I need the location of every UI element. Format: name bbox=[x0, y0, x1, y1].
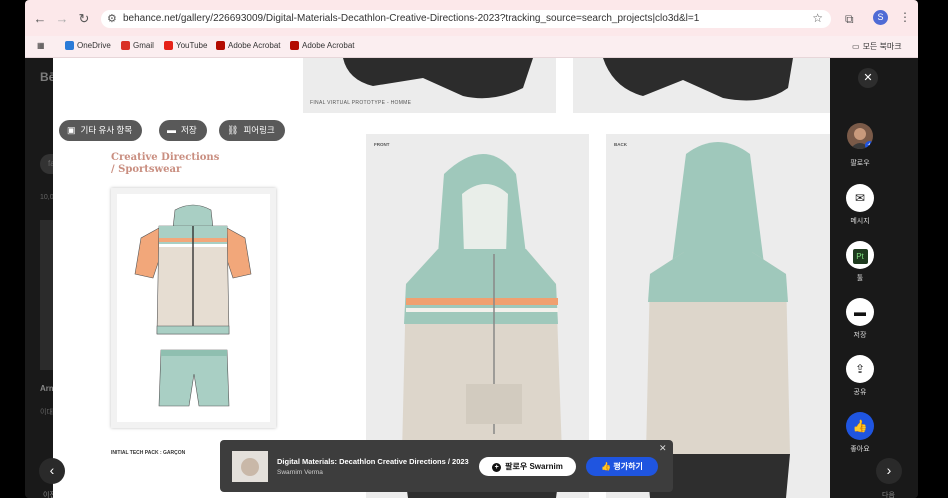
plus-icon: + bbox=[492, 463, 502, 472]
tech-pack-illustration bbox=[134, 204, 252, 407]
chip-label: 피어링크 bbox=[243, 125, 275, 135]
chevron-left-icon: ‹ bbox=[49, 462, 55, 478]
bookmark-acrobat-2[interactable]: Adobe Acrobat bbox=[290, 41, 354, 50]
tools-label: 툴 bbox=[856, 275, 864, 282]
close-bar-icon[interactable]: ✕ bbox=[659, 443, 667, 454]
previous-project-button[interactable]: ‹ bbox=[39, 458, 65, 484]
onedrive-icon bbox=[65, 41, 74, 50]
browser-toolbar: ← → ↻ ⚙ behance.net/gallery/226693009/Di… bbox=[25, 0, 918, 36]
bookmarks-bar: ▦ OneDrive Gmail YouTube Adobe Acrobat A… bbox=[25, 36, 918, 58]
chip-label: 저장 bbox=[181, 125, 197, 135]
bookmark-youtube[interactable]: YouTube bbox=[164, 41, 207, 50]
forward-arrow-icon[interactable]: → bbox=[55, 12, 69, 26]
creative-directions-title: Creative Directions / Sportswear bbox=[111, 152, 219, 176]
share-label: 공유 bbox=[853, 389, 867, 396]
image-icon: ▣ bbox=[67, 125, 76, 135]
save-chip-button[interactable]: ▬ 저장 bbox=[159, 120, 207, 141]
author-avatar[interactable]: + bbox=[847, 123, 873, 149]
project-viewer: FINAL VIRTUAL PROTOTYPE - HOMME ▣ 기타 유사 항… bbox=[53, 58, 830, 498]
title-line-2: / Sportswear bbox=[111, 164, 182, 175]
message-button[interactable]: ✉ bbox=[846, 184, 874, 212]
bookmark-label: Adobe Acrobat bbox=[302, 41, 355, 50]
folder-icon: ▬ bbox=[167, 125, 176, 135]
share-button[interactable]: ⇪ bbox=[846, 355, 874, 383]
address-bar[interactable]: ⚙ behance.net/gallery/226693009/Digital-… bbox=[101, 10, 831, 28]
bookmark-label: OneDrive bbox=[77, 41, 111, 50]
share-icon: ⇪ bbox=[854, 362, 866, 376]
like-button[interactable]: 👍 bbox=[846, 412, 874, 440]
apps-grid-icon[interactable]: ▦ bbox=[37, 41, 45, 50]
like-label: 좋아요 bbox=[850, 446, 870, 453]
save-label: 저장 bbox=[853, 332, 867, 339]
prototype-image-right bbox=[573, 58, 830, 113]
tech-pack-sketch bbox=[117, 194, 270, 422]
project-title[interactable]: Digital Materials: Decathlon Creative Di… bbox=[277, 457, 469, 466]
envelope-icon: ✉ bbox=[854, 191, 866, 205]
bookmark-label: YouTube bbox=[176, 41, 208, 50]
bookmark-gmail[interactable]: Gmail bbox=[121, 41, 154, 50]
folder-icon: ▬ bbox=[854, 305, 866, 319]
tech-pack-card bbox=[111, 188, 276, 428]
next-project-button[interactable]: › bbox=[876, 458, 902, 484]
close-viewer-button[interactable]: ✕ bbox=[858, 68, 878, 88]
follow-plus-icon: + bbox=[865, 141, 873, 149]
bookmark-acrobat-1[interactable]: Adobe Acrobat bbox=[216, 41, 280, 50]
bookmark-star-icon[interactable]: ☆ bbox=[812, 11, 823, 25]
chevron-right-icon: › bbox=[886, 462, 892, 478]
front-label: FRONT bbox=[374, 142, 390, 147]
follow-label: 팔로우 bbox=[850, 160, 870, 167]
message-label: 메시지 bbox=[850, 218, 870, 225]
photoshop-tool-icon: Pt bbox=[852, 249, 868, 264]
thumbs-up-icon: 👍 bbox=[601, 462, 614, 471]
url-text: behance.net/gallery/226693009/Digital-Ma… bbox=[123, 13, 700, 24]
follow-button-label: 팔로우 Swarnim bbox=[505, 462, 563, 471]
acrobat-icon bbox=[216, 41, 225, 50]
share-link-button[interactable]: ⛓ 피어링크 bbox=[219, 120, 285, 141]
bookmark-label: Gmail bbox=[133, 41, 154, 50]
similar-items-button[interactable]: ▣ 기타 유사 항목 bbox=[59, 120, 143, 141]
gmail-icon bbox=[121, 41, 130, 50]
next-label: 다음 bbox=[882, 492, 895, 498]
shorts-render-right bbox=[603, 58, 793, 101]
caption-tech-pack: INITIAL TECH PACK : GARÇON bbox=[111, 450, 186, 456]
all-bookmarks-folder[interactable]: ▭ 모든 북마크 bbox=[852, 41, 902, 52]
bookmark-onedrive[interactable]: OneDrive bbox=[65, 41, 111, 50]
chip-label: 기타 유사 항목 bbox=[80, 125, 133, 135]
save-button[interactable]: ▬ bbox=[846, 298, 874, 326]
project-info-bar: Digital Materials: Decathlon Creative Di… bbox=[220, 440, 673, 492]
project-thumbnail[interactable] bbox=[232, 451, 268, 482]
appreciate-label: 평가하기 bbox=[613, 462, 643, 471]
reload-icon[interactable]: ↻ bbox=[77, 12, 91, 26]
back-label: BACK bbox=[614, 142, 627, 147]
acrobat-icon bbox=[290, 41, 299, 50]
bookmark-label: Adobe Acrobat bbox=[228, 41, 281, 50]
youtube-icon bbox=[164, 41, 173, 50]
tools-button[interactable]: Pt bbox=[846, 241, 874, 269]
extensions-icon[interactable]: ⧉ bbox=[845, 12, 854, 27]
project-author[interactable]: Swarnim Verma bbox=[277, 469, 323, 476]
folder-icon: ▭ bbox=[852, 42, 860, 51]
caption-final-prototype: FINAL VIRTUAL PROTOTYPE - HOMME bbox=[310, 100, 412, 106]
follow-author-button[interactable]: + 팔로우 Swarnim bbox=[479, 457, 576, 476]
browser-menu-icon[interactable]: ⋮ bbox=[899, 10, 911, 24]
bookmark-label: 모든 북마크 bbox=[862, 42, 902, 51]
back-arrow-icon[interactable]: ← bbox=[33, 12, 47, 26]
link-icon: ⛓ bbox=[227, 125, 239, 135]
appreciate-button[interactable]: 👍 평가하기 bbox=[586, 457, 658, 476]
title-line-1: Creative Directions bbox=[111, 152, 220, 163]
thumbnail-image bbox=[232, 451, 268, 482]
profile-avatar[interactable]: S bbox=[873, 10, 888, 25]
thumbs-up-icon: 👍 bbox=[852, 419, 868, 433]
site-info-icon[interactable]: ⚙ bbox=[107, 12, 117, 25]
